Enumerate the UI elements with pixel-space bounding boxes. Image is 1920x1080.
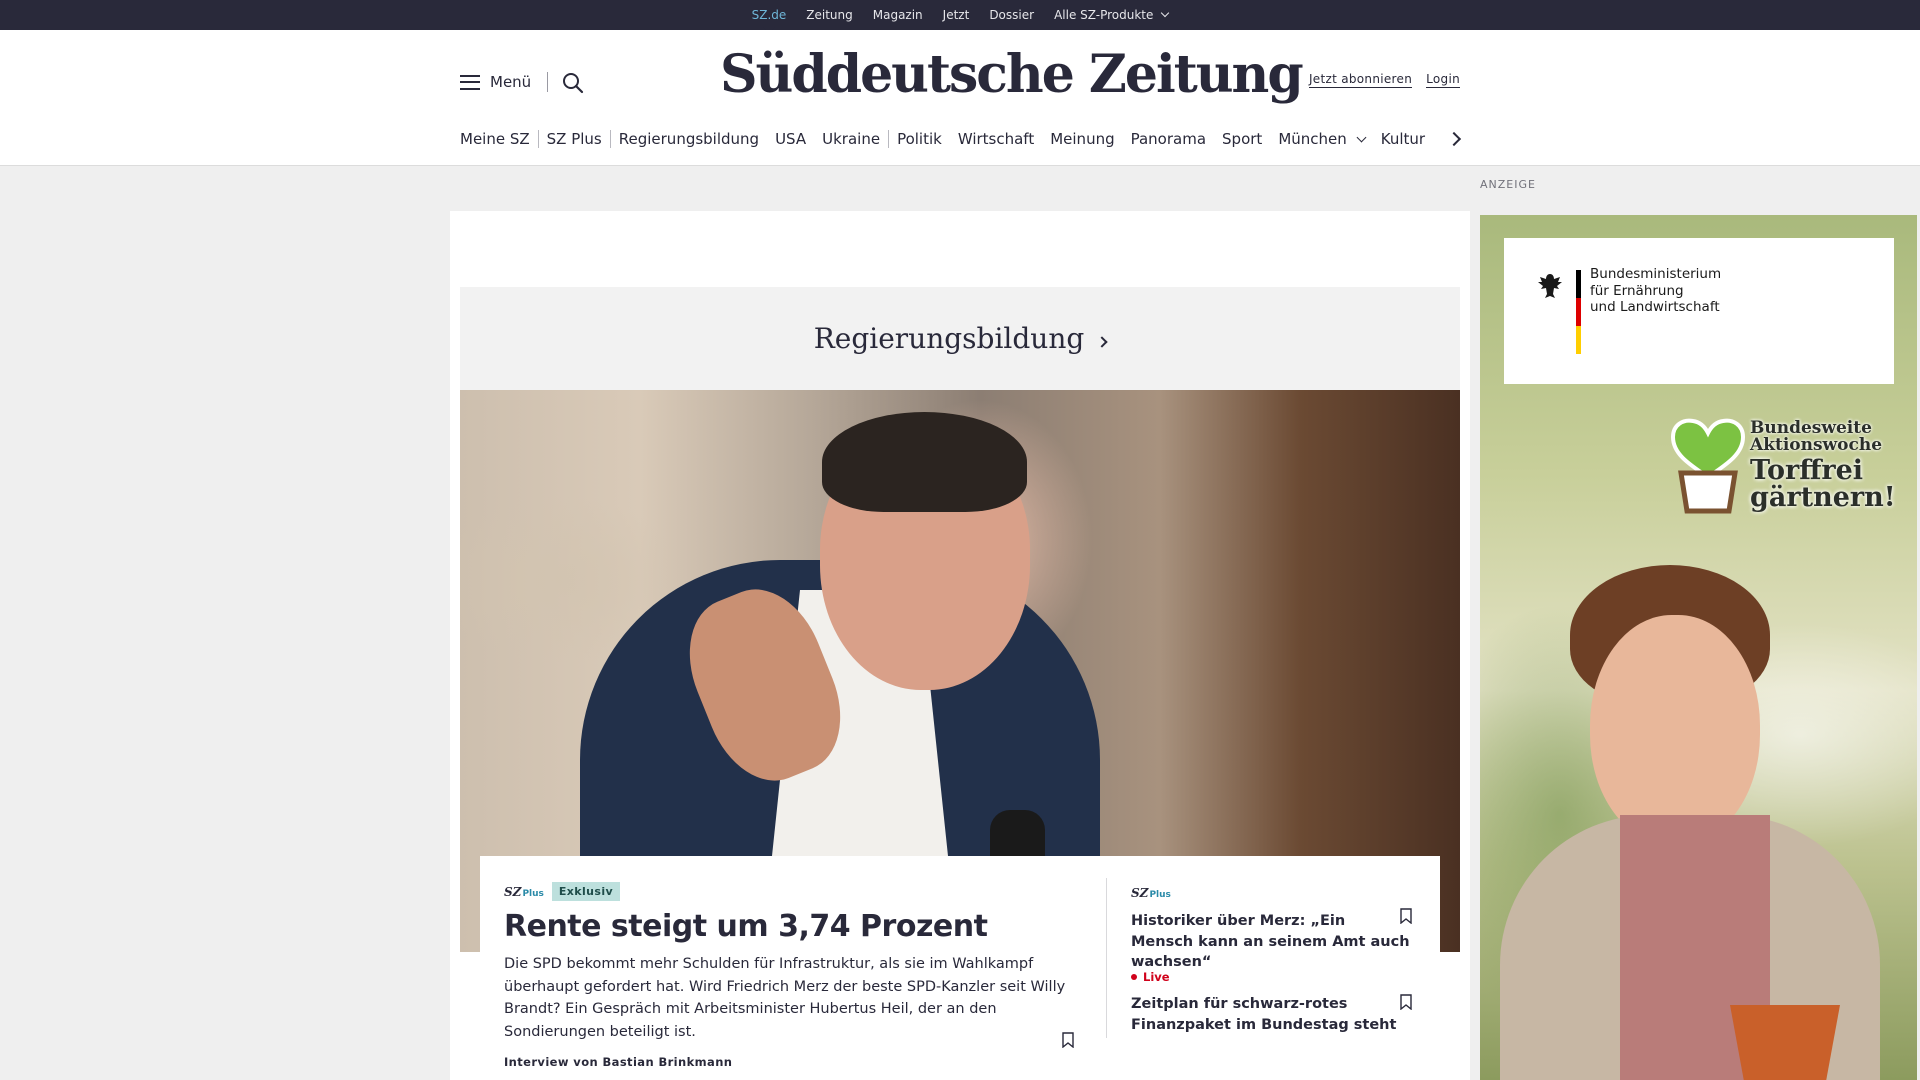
campaign-subtitle-line: Aktionswoche [1750,435,1883,455]
main-teaser-kicker: SZPlus Exklusiv [504,882,1084,901]
auth-links: Jetzt abonnieren Login [1308,72,1460,88]
top-product-bar: SZ.de Zeitung Magazin Jetzt Dossier Alle… [0,0,1920,30]
live-dot-icon [1131,974,1137,980]
ministry-logo-box: Bundesministerium für Ernährung und Land… [1504,238,1894,384]
nav-item-ukraine[interactable]: Ukraine [814,130,888,148]
menu-button[interactable]: Menü [460,73,531,91]
main-teaser: SZPlus Exklusiv Rente steigt um 3,74 Pro… [504,882,1084,1069]
site-header: Menü Süddeutsche Zeitung Jetzt abonniere… [0,30,1920,166]
main-navigation: Meine SZ SZ Plus Regierungsbildung USA U… [460,130,1433,148]
header-divider [547,72,548,92]
topbar-all-products-label: Alle SZ-Produkte [1054,8,1154,22]
bookmark-icon[interactable] [1062,1032,1074,1048]
topbar-link-szde[interactable]: SZ.de [752,8,787,22]
nav-item-meine-sz[interactable]: Meine SZ [460,130,538,148]
nav-item-muenchen[interactable]: München [1270,130,1372,148]
topbar-link-magazin[interactable]: Magazin [873,8,923,22]
german-flag-stripe [1576,270,1581,354]
main-teaser-author: Interview von Bastian Brinkmann [504,1055,733,1069]
exclusive-badge: Exklusiv [551,882,621,901]
nav-item-sz-plus[interactable]: SZ Plus [539,130,610,148]
sz-plus-brand: SZ [1131,886,1149,900]
main-teaser-text: Die SPD bekommt mehr Schulden für Infras… [504,956,1066,1040]
campaign-title-line: gärtnern! [1750,482,1896,513]
chevron-right-icon [1096,335,1108,348]
nav-scroll-right-icon[interactable] [1446,131,1462,147]
chevron-down-icon [1356,132,1367,142]
side-teaser-title[interactable]: Historiker über Merz: „Ein Mensch kann a… [1131,911,1411,973]
nav-item-panorama[interactable]: Panorama [1123,130,1214,148]
advertisement-banner[interactable]: Bundesministerium für Ernährung und Land… [1480,215,1917,1080]
topbar-all-products-dropdown[interactable]: Alle SZ-Produkte [1054,8,1170,22]
sz-plus-logo: SZPlus [1131,886,1171,900]
nav-item-regierungsbildung[interactable]: Regierungsbildung [611,130,767,148]
nav-item-meinung[interactable]: Meinung [1042,130,1122,148]
heart-plant-pot-icon [1670,418,1746,514]
sz-plus-brand: SZ [504,884,522,899]
topbar-link-jetzt[interactable]: Jetzt [943,8,970,22]
nav-item-kultur[interactable]: Kultur [1373,130,1433,148]
lead-teaser-box: SZPlus Exklusiv Rente steigt um 3,74 Pro… [480,856,1440,1076]
menu-label: Menü [490,73,532,91]
topic-title: Regierungsbildung [813,322,1085,355]
ministry-line: für Ernährung [1590,282,1684,299]
nav-item-usa[interactable]: USA [767,130,814,148]
ministry-name: Bundesministerium für Ernährung und Land… [1590,266,1721,316]
topic-header-regierungsbildung[interactable]: Regierungsbildung [460,287,1460,390]
side-teaser-title[interactable]: Zeitplan für schwarz-rotes Finanzpaket i… [1131,994,1411,1035]
side-teaser-1: SZPlus Historiker über Merz: „Ein Mensch… [1131,882,1411,973]
side-teaser-2: Live Zeitplan für schwarz-rotes Finanzpa… [1131,970,1411,1035]
nav-item-sport[interactable]: Sport [1214,130,1270,148]
federal-eagle-icon [1538,274,1562,298]
chevron-down-icon [1161,8,1170,18]
campaign-title-line: Torffrei [1750,455,1864,486]
hamburger-icon [460,74,480,90]
nav-item-muenchen-label: München [1278,130,1347,148]
hero-figure-hair [822,412,1027,512]
ministry-line: und Landwirtschaft [1590,299,1720,315]
live-indicator: Live [1131,970,1411,984]
live-label: Live [1143,970,1170,984]
sz-plus-suffix: Plus [1149,890,1171,900]
bookmark-icon[interactable] [1400,908,1412,924]
topbar-link-zeitung[interactable]: Zeitung [806,8,852,22]
campaign-headline: Bundesweite Aktionswoche Torffrei gärtne… [1750,420,1910,513]
bookmark-icon[interactable] [1400,994,1412,1010]
sz-plus-suffix: Plus [522,888,544,899]
main-teaser-title[interactable]: Rente steigt um 3,74 Prozent [504,907,1084,947]
ad-flower-pot [1730,1005,1840,1080]
ad-label: ANZEIGE [1480,178,1536,191]
site-logo[interactable]: Süddeutsche Zeitung [720,44,1304,105]
subscribe-link[interactable]: Jetzt abonnieren [1308,72,1413,88]
ad-figure-head [1590,615,1760,845]
topbar-link-dossier[interactable]: Dossier [989,8,1034,22]
nav-item-wirtschaft[interactable]: Wirtschaft [950,130,1042,148]
ministry-line: Bundesministerium [1590,266,1722,282]
search-icon[interactable] [561,71,585,95]
login-link[interactable]: Login [1426,72,1460,88]
sz-plus-logo: SZPlus [504,885,544,899]
teaser-divider [1106,878,1107,1038]
nav-item-politik[interactable]: Politik [889,130,950,148]
